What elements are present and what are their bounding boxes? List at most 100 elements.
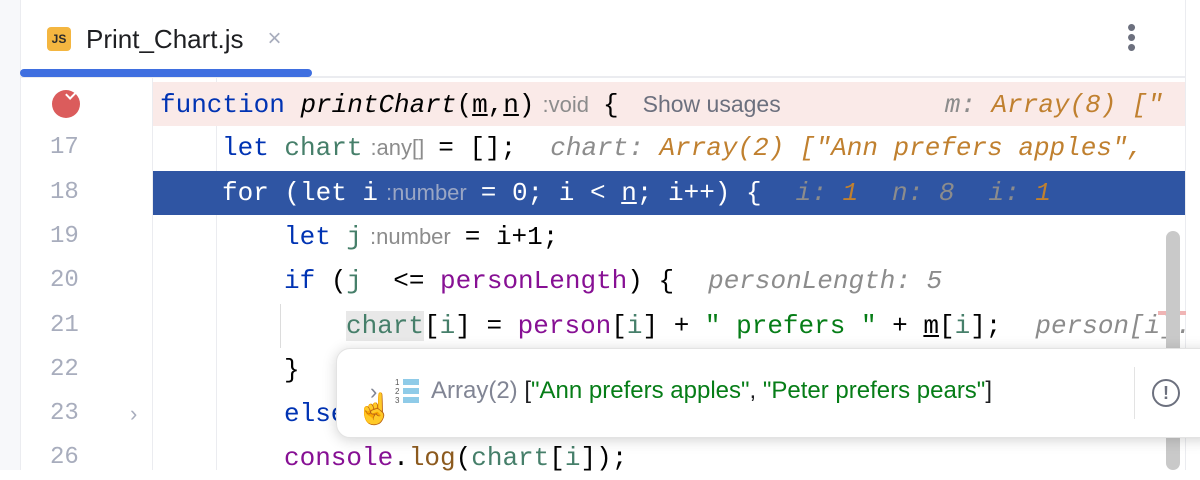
code-token: i bbox=[564, 443, 581, 474]
code-token: i bbox=[439, 310, 456, 341]
code-token: n bbox=[503, 90, 519, 120]
code-token: ( bbox=[330, 266, 347, 297]
array-item: "Peter prefers pears" bbox=[762, 377, 986, 404]
debug-inline-value: personLength: 5 bbox=[708, 266, 943, 297]
value-tooltip-popup: › 123 Array(2) ["Ann prefers apples", "P… bbox=[336, 348, 1200, 438]
code-token: m bbox=[472, 90, 488, 120]
code-token: <= bbox=[362, 266, 441, 297]
code-token: [ bbox=[938, 310, 955, 341]
code-token: { bbox=[603, 90, 619, 120]
bracket-open: [ bbox=[517, 377, 532, 404]
line-number[interactable]: 23 bbox=[50, 392, 90, 436]
breakpoint-verified-icon[interactable] bbox=[52, 90, 80, 118]
code-line[interactable]: let chart:any[] = []; chart: Array(2) ["An… bbox=[153, 126, 1185, 170]
code-token: , bbox=[487, 90, 504, 120]
array-type: Array(2) bbox=[431, 377, 518, 404]
code-line[interactable]: function printChart(m,n) :void { Show usage… bbox=[153, 82, 1185, 126]
code-token: [ bbox=[424, 310, 440, 341]
type-hint: :void bbox=[542, 92, 589, 117]
code-token: ] = bbox=[455, 310, 518, 341]
code-token: i bbox=[954, 310, 971, 341]
close-tab-icon[interactable]: × bbox=[268, 25, 282, 53]
code-token: ]; bbox=[970, 310, 1002, 341]
svg-text:1: 1 bbox=[395, 378, 400, 387]
code-line[interactable]: if (j <= personLength) {personLength: 5 bbox=[153, 259, 1185, 303]
code-text: let j :number = i+1; bbox=[284, 215, 558, 259]
code-token: for (let i bbox=[222, 177, 379, 208]
line-number[interactable]: 21 bbox=[50, 304, 90, 348]
code-text: chart[i] = person[i] + " prefers " + m[i… bbox=[346, 304, 1191, 348]
bracket-close: ] bbox=[985, 377, 992, 404]
line-number[interactable]: 18 bbox=[50, 171, 90, 215]
code-token: j bbox=[346, 266, 363, 297]
code-token: printChart bbox=[300, 90, 457, 120]
more-options-icon[interactable]: • • • bbox=[1127, 14, 1136, 60]
tab-print-chart[interactable]: JS Print_Chart.js × bbox=[47, 22, 282, 56]
code-token: [ bbox=[611, 310, 627, 341]
code-token: i bbox=[626, 310, 643, 341]
code-token: ]); bbox=[580, 443, 628, 474]
code-token: ] + bbox=[642, 310, 705, 341]
code-token: person bbox=[517, 310, 612, 341]
code-text: let chart:any[] = []; chart: Array(2) ["An… bbox=[222, 126, 1143, 170]
code-token: n bbox=[621, 177, 637, 208]
code-token: j bbox=[346, 221, 363, 252]
code-token: ) bbox=[518, 90, 535, 120]
fold-chevron-icon[interactable]: › bbox=[130, 392, 137, 436]
code-token: chart bbox=[346, 310, 425, 341]
code-token: m bbox=[923, 310, 939, 341]
type-hint: :number bbox=[370, 223, 451, 249]
code-line[interactable]: let j :number = i+1; bbox=[153, 215, 1185, 259]
debug-inline-value: i: bbox=[795, 177, 843, 208]
separator: , bbox=[749, 377, 763, 404]
code-token: ) { bbox=[627, 266, 675, 297]
code-token: let bbox=[284, 221, 347, 252]
info-icon[interactable]: ! bbox=[1152, 379, 1180, 407]
debug-inline-value: Array(8) [" bbox=[991, 90, 1164, 120]
code-text: function printChart(m,n) :void { Show usage… bbox=[160, 82, 1163, 127]
code-token: chart bbox=[471, 443, 550, 474]
tab-filename: Print_Chart.js bbox=[86, 23, 244, 54]
popup-divider bbox=[1134, 367, 1135, 419]
svg-text:3: 3 bbox=[395, 396, 400, 405]
code-line[interactable]: for (let i :number = 0; i < n; i++) { i: 1 n… bbox=[153, 170, 1185, 215]
code-token: + bbox=[876, 310, 924, 341]
debug-inline-value: 8 bbox=[938, 177, 955, 208]
array-item: "Ann prefers apples" bbox=[531, 377, 750, 404]
code-token: log bbox=[408, 443, 456, 474]
code-token: chart bbox=[284, 133, 363, 164]
code-token: function bbox=[160, 90, 301, 120]
javascript-file-icon: JS bbox=[47, 27, 71, 51]
code-line[interactable]: console.log(chart[i]); bbox=[153, 436, 1185, 480]
code-token: [ bbox=[549, 443, 565, 474]
code-token: " prefers " bbox=[704, 310, 877, 341]
array-icon: 123 bbox=[395, 378, 419, 405]
line-number[interactable]: 26 bbox=[50, 436, 90, 480]
line-number[interactable]: 17 bbox=[50, 126, 90, 170]
active-tab-indicator bbox=[20, 69, 312, 77]
line-number[interactable]: 19 bbox=[50, 215, 90, 259]
code-token: ( bbox=[456, 90, 473, 120]
code-text: } bbox=[284, 348, 300, 392]
debug-inline-value: i: bbox=[988, 177, 1036, 208]
array-value[interactable]: Array(2) ["Ann prefers apples", "Peter p… bbox=[431, 377, 992, 405]
code-token: ; i++) { bbox=[636, 177, 762, 208]
type-hint: :any[] bbox=[370, 135, 425, 161]
code-text: for (let i :number = 0; i < n; i++) { i: 1 n… bbox=[222, 171, 1051, 215]
code-token: let bbox=[222, 133, 285, 164]
debug-inline-value: Array(2) ["Ann prefers apples", bbox=[659, 133, 1144, 164]
debug-inline-value: 1 bbox=[842, 177, 859, 208]
code-token: personLength bbox=[440, 266, 628, 297]
code-token: . bbox=[393, 443, 409, 474]
type-hint: :number bbox=[386, 179, 467, 205]
line-number[interactable]: 22 bbox=[50, 348, 90, 392]
debug-inline-value: n: bbox=[892, 177, 939, 208]
code-line[interactable]: chart[i] = person[i] + " prefers " + m[i… bbox=[153, 304, 1191, 348]
show-usages-link[interactable]: Show usages bbox=[643, 91, 781, 117]
code-token: = 0; i < bbox=[480, 177, 622, 208]
code-token: = i+1; bbox=[464, 221, 559, 252]
hand-cursor-icon: ☝ bbox=[356, 393, 394, 426]
code-text: if (j <= personLength) {personLength: 5 bbox=[284, 259, 942, 303]
debug-inline-value: 1 bbox=[1035, 177, 1051, 208]
line-number[interactable]: 20 bbox=[50, 259, 90, 303]
